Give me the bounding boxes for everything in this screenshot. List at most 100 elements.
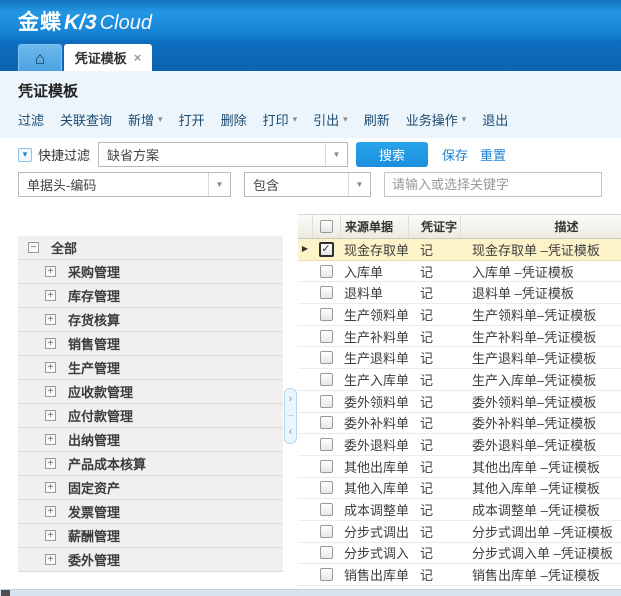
tree-item[interactable]: +采购管理 <box>18 260 283 284</box>
collapse-left-icon[interactable]: ‹ <box>289 427 293 438</box>
expand-icon[interactable]: + <box>45 290 56 301</box>
table-row[interactable]: ✓生产补料单记生产补料单–凭证模板 <box>298 326 621 348</box>
row-checkbox[interactable]: ✓ <box>320 286 333 299</box>
chevron-down-icon: ▾ <box>158 114 163 125</box>
expand-icon[interactable]: + <box>45 314 56 325</box>
tree-item[interactable]: +销售管理 <box>18 332 283 356</box>
row-checkbox[interactable]: ✓ <box>320 330 333 343</box>
panel-splitter[interactable]: › ‹ <box>284 388 297 444</box>
tab-voucher-template[interactable]: 凭证模板 × <box>64 44 152 71</box>
expand-icon[interactable]: + <box>45 266 56 277</box>
tree-item[interactable]: +产品成本核算 <box>18 452 283 476</box>
toolbar-item[interactable]: 业务操作▾ <box>406 110 467 129</box>
tab-home[interactable]: ⌂ <box>18 44 62 71</box>
tree-item[interactable]: +应收款管理 <box>18 380 283 404</box>
toolbar-item[interactable]: 刷新 <box>364 110 390 129</box>
voucher-template-table: 来源单据 凭证字 描述 ▶✓现金存取单记现金存取单 –凭证模板✓入库单记入库单 … <box>298 214 621 587</box>
row-checkbox-cell: ✓ <box>312 326 340 347</box>
table-row[interactable]: ▶✓现金存取单记现金存取单 –凭证模板 <box>298 239 621 261</box>
table-row[interactable]: ✓生产入库单记生产入库单–凭证模板 <box>298 369 621 391</box>
toolbar-item[interactable]: 引出▾ <box>313 110 348 129</box>
toolbar-item[interactable]: 新增▾ <box>128 110 163 129</box>
row-checkbox[interactable]: ✓ <box>320 373 333 386</box>
reset-link[interactable]: 重置 <box>480 145 506 164</box>
toolbar-item[interactable]: 关联查询 <box>60 110 112 129</box>
horizontal-scrollbar[interactable] <box>0 589 621 596</box>
table-row[interactable]: ✓其他出库单记其他出库单 –凭证模板 <box>298 456 621 478</box>
search-button[interactable]: 搜索 <box>356 142 428 167</box>
tree-item[interactable]: +应付款管理 <box>18 404 283 428</box>
table-row[interactable]: ✓其他入库单记其他入库单 –凭证模板 <box>298 478 621 500</box>
expand-icon[interactable]: + <box>45 554 56 565</box>
dropdown-button[interactable]: ▼ <box>348 173 370 196</box>
filter-operator-select[interactable]: 包含 ▼ <box>244 172 371 197</box>
tree-item[interactable]: +出纳管理 <box>18 428 283 452</box>
tree-item[interactable]: −全部 <box>18 236 283 260</box>
table-row[interactable]: ✓成本调整单记成本调整单 –凭证模板 <box>298 499 621 521</box>
column-header-description[interactable]: 描述 <box>460 215 621 238</box>
row-checkbox[interactable]: ✓ <box>320 546 333 559</box>
table-row[interactable]: ✓委外领料单记委外领料单–凭证模板 <box>298 391 621 413</box>
expand-icon[interactable]: + <box>45 338 56 349</box>
toolbar-item[interactable]: 过滤 <box>18 110 44 129</box>
row-checkbox[interactable]: ✓ <box>320 416 333 429</box>
toolbar-item[interactable]: 打印▾ <box>263 110 298 129</box>
tree-item[interactable]: +薪酬管理 <box>18 524 283 548</box>
row-checkbox[interactable]: ✓ <box>320 438 333 451</box>
quick-filter-label: 快捷过滤 <box>38 145 90 164</box>
expand-icon[interactable]: + <box>45 530 56 541</box>
table-row[interactable]: ✓退料单记退料单 –凭证模板 <box>298 282 621 304</box>
collapse-right-icon[interactable]: › <box>289 394 293 405</box>
table-row[interactable]: ✓入库单记入库单 –凭证模板 <box>298 261 621 283</box>
row-checkbox[interactable]: ✓ <box>320 265 333 278</box>
row-checkbox[interactable]: ✓ <box>319 242 334 257</box>
row-checkbox[interactable]: ✓ <box>320 525 333 538</box>
column-header-voucher[interactable]: 凭证字 <box>408 215 460 238</box>
quick-filter-collapse-button[interactable]: ▾ <box>18 148 32 162</box>
tree-item[interactable]: +委外管理 <box>18 548 283 572</box>
row-checkbox[interactable]: ✓ <box>320 308 333 321</box>
filter-field-value: 单据头-编码 <box>19 175 208 194</box>
row-checkbox[interactable]: ✓ <box>320 568 333 581</box>
table-row[interactable]: ✓生产退料单记生产退料单–凭证模板 <box>298 347 621 369</box>
row-checkbox[interactable]: ✓ <box>320 460 333 473</box>
select-all-checkbox[interactable] <box>320 220 333 233</box>
expand-icon[interactable]: + <box>45 506 56 517</box>
row-indicator-cell <box>298 413 312 434</box>
tree-item[interactable]: +存货核算 <box>18 308 283 332</box>
expand-icon[interactable]: + <box>45 434 56 445</box>
row-indicator-cell <box>298 282 312 303</box>
expand-icon[interactable]: + <box>45 482 56 493</box>
row-checkbox[interactable]: ✓ <box>320 481 333 494</box>
scroll-left-button[interactable] <box>1 590 10 596</box>
dropdown-button[interactable]: ▼ <box>208 173 230 196</box>
table-row[interactable]: ✓分步式调出单记分步式调出单 –凭证模板 <box>298 521 621 543</box>
close-icon[interactable]: × <box>134 51 142 64</box>
row-checkbox[interactable]: ✓ <box>320 395 333 408</box>
save-link[interactable]: 保存 <box>442 145 468 164</box>
table-row[interactable]: ✓生产领料单记生产领料单–凭证模板 <box>298 304 621 326</box>
collapse-icon[interactable]: − <box>28 242 39 253</box>
column-header-source[interactable]: 来源单据 <box>340 215 408 238</box>
table-row[interactable]: ✓销售出库单记销售出库单 –凭证模板 <box>298 564 621 586</box>
tree-item[interactable]: +发票管理 <box>18 500 283 524</box>
expand-icon[interactable]: + <box>45 458 56 469</box>
filter-scheme-select[interactable]: 缺省方案 ▼ <box>98 142 348 167</box>
expand-icon[interactable]: + <box>45 386 56 397</box>
expand-icon[interactable]: + <box>45 410 56 421</box>
toolbar-item[interactable]: 打开 <box>179 110 205 129</box>
tree-item[interactable]: +固定资产 <box>18 476 283 500</box>
dropdown-button[interactable]: ▼ <box>325 143 347 166</box>
table-row[interactable]: ✓委外退料单记委外退料单–凭证模板 <box>298 434 621 456</box>
filter-field-select[interactable]: 单据头-编码 ▼ <box>18 172 231 197</box>
row-checkbox[interactable]: ✓ <box>320 351 333 364</box>
tree-item[interactable]: +生产管理 <box>18 356 283 380</box>
row-checkbox[interactable]: ✓ <box>320 503 333 516</box>
table-row[interactable]: ✓分步式调入单记分步式调入单 –凭证模板 <box>298 543 621 565</box>
tree-item[interactable]: +库存管理 <box>18 284 283 308</box>
toolbar-item[interactable]: 退出 <box>482 110 508 129</box>
expand-icon[interactable]: + <box>45 362 56 373</box>
keyword-input[interactable] <box>384 172 602 197</box>
table-row[interactable]: ✓委外补料单记委外补料单–凭证模板 <box>298 413 621 435</box>
toolbar-item[interactable]: 删除 <box>221 110 247 129</box>
